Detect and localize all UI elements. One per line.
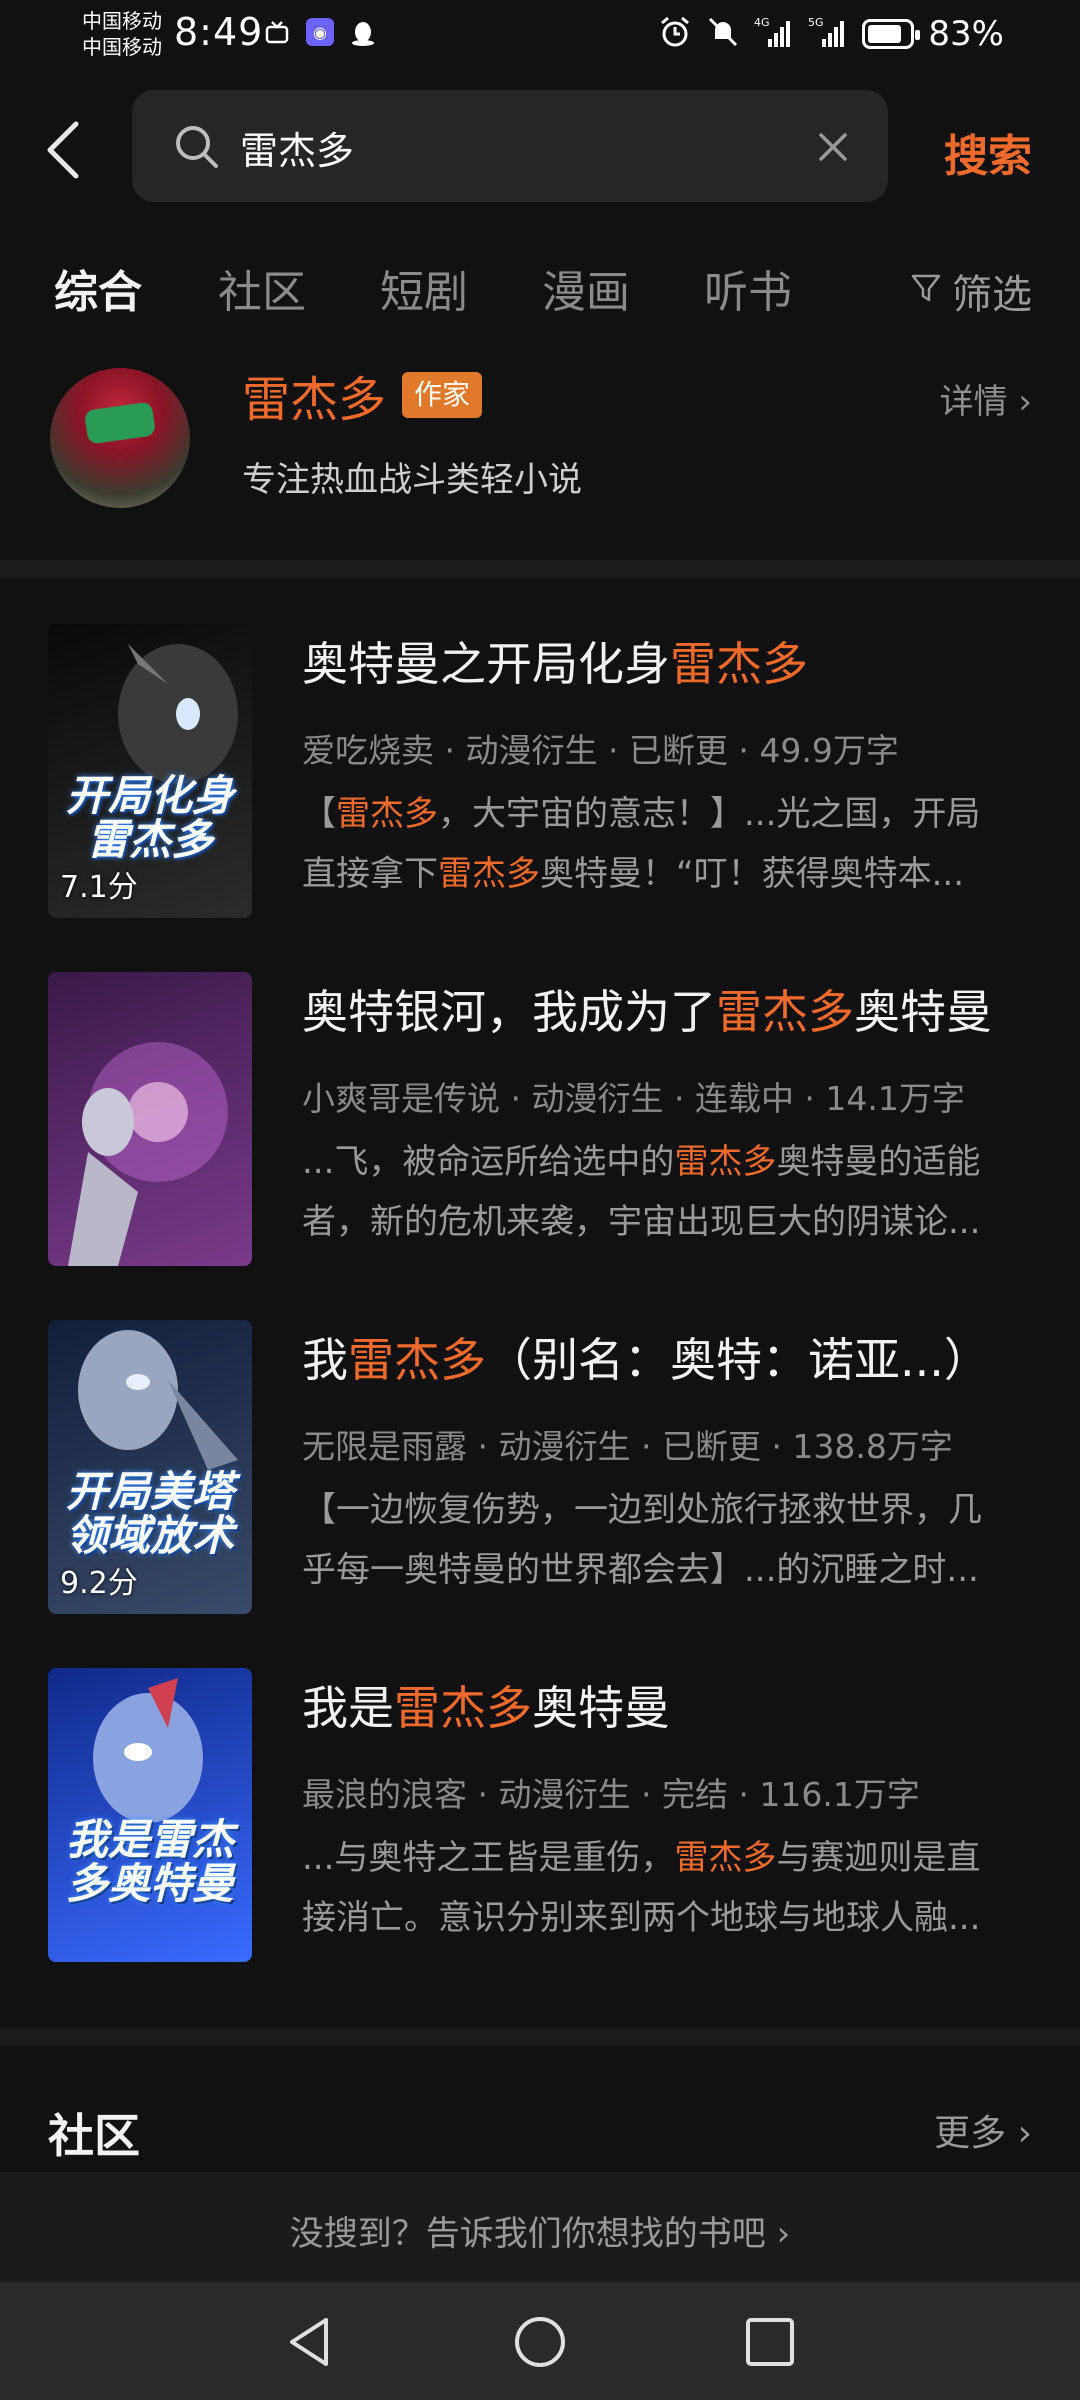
feedback-text: 没搜到？告诉我们你想找的书吧 › <box>289 2214 791 2254</box>
book-snippet: 【雷杰多，大宇宙的意志！】...光之国，开局 直接拿下雷杰多奥特曼！“叮！获得奥… <box>302 794 981 894</box>
book-cover: 开局化身雷杰多 7.1分 <box>48 624 252 918</box>
system-nav-bar <box>0 2282 1080 2400</box>
book-snippet: 【一边恢复伤势，一边到处旅行拯救世界，几 乎每一奥特曼的世界都会去】...的沉睡… <box>302 1490 982 1590</box>
nav-home-icon[interactable] <box>512 2314 568 2370</box>
book-snippet: ...飞，被命运所给选中的雷杰多奥特曼的适能 者，新的危机来袭，宇宙出现巨大的阴… <box>302 1142 981 1242</box>
book-meta: 小爽哥是传说 · 动漫衍生 · 连载中 · 14.1万字 <box>302 1079 965 1118</box>
svg-text:5G: 5G <box>808 16 824 29</box>
tab-all[interactable]: 综合 <box>54 256 142 320</box>
book-title: 我是雷杰多奥特曼 <box>302 1681 670 1735</box>
carrier-labels: 中国移动 中国移动 <box>82 8 162 60</box>
mute-icon <box>706 15 740 53</box>
notification-icons: ◉ <box>262 18 378 48</box>
battery-percent: 83% <box>928 14 1004 54</box>
book-item[interactable]: 我是雷杰多奥特曼 我是雷杰多奥特曼 最浪的浪客 · 动漫衍生 · 完结 · 11… <box>0 1668 1080 1968</box>
tab-community[interactable]: 社区 <box>218 256 306 320</box>
book-cover: 我是雷杰多奥特曼 <box>48 1668 252 1962</box>
tab-comics[interactable]: 漫画 <box>542 256 630 320</box>
cover-title: 开局美塔领域放术 <box>65 1467 234 1560</box>
search-results-page: 中国移动 中国移动 8:49 ◉ 4G 5G 83% 雷杰多 搜索 综合 社区 … <box>0 0 1080 2400</box>
tv-icon <box>262 18 292 48</box>
book-rating: 7.1分 <box>60 870 138 905</box>
alarm-icon <box>658 15 692 53</box>
filter-button[interactable]: 筛选 <box>910 262 1032 320</box>
book-item[interactable]: 奥特银河，我成为了雷杰多奥特曼 小爽哥是传说 · 动漫衍生 · 连载中 · 14… <box>0 972 1080 1272</box>
author-detail-link[interactable]: 详情 › <box>940 374 1032 423</box>
book-rating: 9.2分 <box>60 1566 138 1601</box>
result-tabs: 综合 社区 短剧 漫画 听书 筛选 <box>0 256 1080 326</box>
carrier-1: 中国移动 <box>82 9 162 33</box>
signal-5g-icon: 5G <box>808 15 848 53</box>
book-cover: 开局美塔领域放术 9.2分 <box>48 1320 252 1614</box>
book-meta: 爱吃烧卖 · 动漫衍生 · 已断更 · 49.9万字 <box>302 731 899 770</box>
divider <box>0 560 1080 578</box>
book-meta: 无限是雨露 · 动漫衍生 · 已断更 · 138.8万字 <box>302 1427 953 1466</box>
svg-text:4G: 4G <box>754 16 770 29</box>
book-cover <box>48 972 252 1266</box>
nav-recents-icon[interactable] <box>742 2314 798 2370</box>
signal-4g-icon: 4G <box>754 15 794 53</box>
author-badge: 作家 <box>402 372 483 418</box>
tab-audiobook[interactable]: 听书 <box>704 256 792 320</box>
nav-back-icon[interactable] <box>282 2314 338 2370</box>
book-title: 奥特银河，我成为了雷杰多奥特曼 <box>302 985 992 1039</box>
book-meta: 最浪的浪客 · 动漫衍生 · 完结 · 116.1万字 <box>302 1775 920 1814</box>
clock: 8:49 <box>174 10 264 54</box>
status-bar: 中国移动 中国移动 8:49 ◉ 4G 5G 83% <box>0 0 1080 72</box>
carrier-2: 中国移动 <box>82 35 162 59</box>
author-card[interactable]: 雷杰多 作家 专注热血战斗类轻小说 详情 › <box>0 360 1080 556</box>
community-more-link[interactable]: 更多 › <box>934 2104 1032 2156</box>
author-description: 专注热血战斗类轻小说 <box>242 460 582 500</box>
book-item[interactable]: 开局美塔领域放术 9.2分 我雷杰多（别名：奥特：诺亚...） 无限是雨露 · … <box>0 1320 1080 1620</box>
community-section-title: 社区 <box>48 2109 140 2163</box>
qq-icon <box>348 18 378 48</box>
book-item[interactable]: 开局化身雷杰多 7.1分 奥特曼之开局化身雷杰多 爱吃烧卖 · 动漫衍生 · 已… <box>0 624 1080 924</box>
book-title: 奥特曼之开局化身雷杰多 <box>302 637 808 691</box>
app-notification-icon: ◉ <box>306 18 334 46</box>
divider <box>0 2028 1080 2046</box>
clear-icon[interactable] <box>816 130 850 164</box>
book-title: 我雷杰多（别名：奥特：诺亚...） <box>302 1333 990 1387</box>
system-status-icons: 4G 5G 83% <box>658 14 1004 54</box>
filter-label: 筛选 <box>952 272 1032 318</box>
filter-icon <box>910 268 942 314</box>
feedback-bar[interactable]: 没搜到？告诉我们你想找的书吧 › <box>0 2172 1080 2282</box>
battery-fill <box>868 25 902 43</box>
search-icon <box>174 124 220 170</box>
book-snippet: ...与奥特之王皆是重伤，雷杰多与赛迦则是直 接消亡。意识分别来到两个地球与地球… <box>302 1838 981 1938</box>
tab-short-drama[interactable]: 短剧 <box>380 256 468 320</box>
avatar <box>50 368 190 508</box>
battery-icon <box>862 19 921 49</box>
cover-title: 开局化身雷杰多 <box>65 771 234 864</box>
back-button[interactable] <box>40 116 88 184</box>
search-query: 雷杰多 <box>240 129 355 173</box>
cover-title: 我是雷杰多奥特曼 <box>65 1815 234 1908</box>
search-button[interactable]: 搜索 <box>944 120 1032 184</box>
search-input[interactable]: 雷杰多 <box>132 90 888 202</box>
author-name: 雷杰多 <box>242 372 387 428</box>
